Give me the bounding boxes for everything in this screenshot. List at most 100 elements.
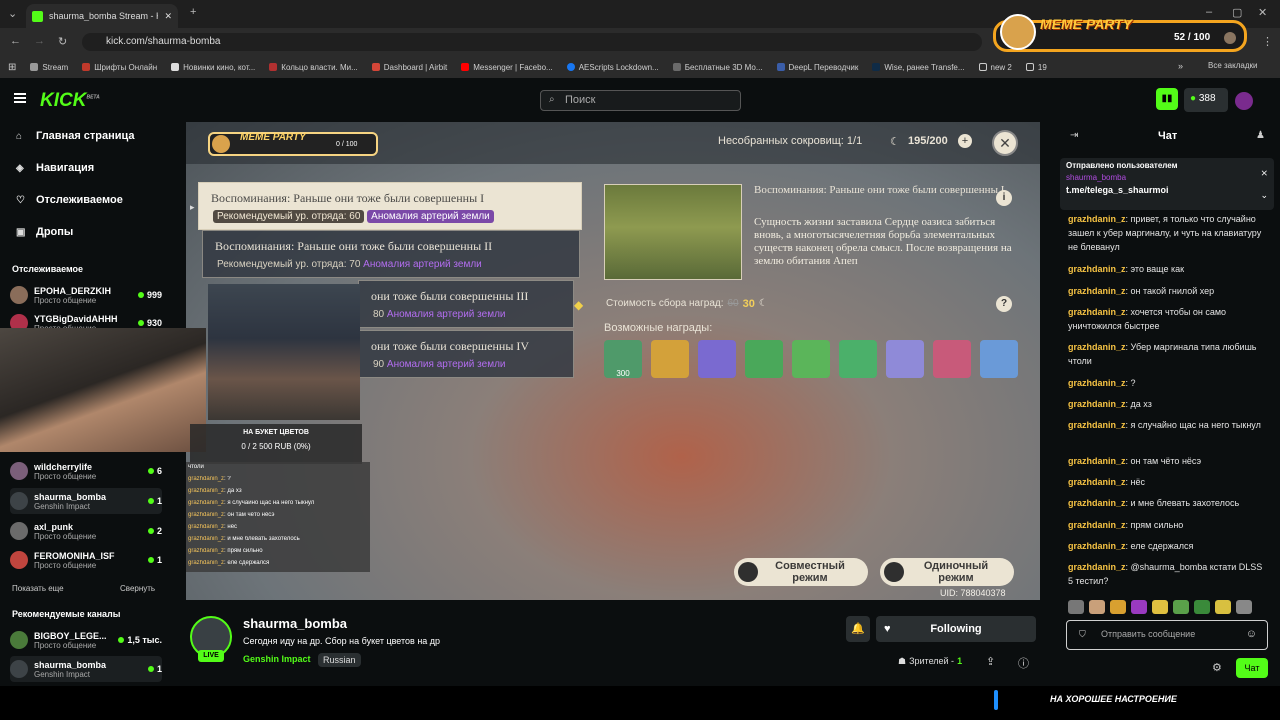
chat-message: grazhdanin_z: ?	[1068, 378, 1136, 388]
reload-icon[interactable]: ↻	[58, 35, 67, 48]
following-channel[interactable]: shaurma_bomba Genshin Impact 1	[10, 488, 162, 514]
following-section-title: Отслеживаемое	[12, 264, 84, 274]
all-bookmarks[interactable]: Все закладки	[1208, 61, 1257, 70]
reward-item[interactable]	[839, 340, 877, 378]
emote-icon[interactable]	[1152, 600, 1168, 614]
close-tab-icon[interactable]: ✕	[164, 11, 172, 22]
more-info-icon[interactable]: ⓘ	[1018, 655, 1029, 671]
quest-item[interactable]: Воспоминания: Раньше они тоже были совер…	[198, 182, 582, 230]
emote-icon[interactable]	[1173, 600, 1189, 614]
back-icon[interactable]: ←	[10, 35, 21, 47]
browser-tab[interactable]: shaurma_bomba Stream - К ✕	[26, 4, 178, 28]
bookmark-item[interactable]: Dashboard | Airbit	[371, 63, 447, 72]
search-input[interactable]: ⌕ Поиск	[540, 90, 741, 111]
search-icon: ⌕	[549, 94, 555, 105]
address-bar[interactable]: kick.com/shaurma-bomba	[82, 33, 982, 51]
nav-browse[interactable]: ◈ Навигация	[16, 162, 94, 174]
notification-bell-icon[interactable]: 🔔	[846, 616, 870, 642]
recommended-channel[interactable]: shaurma_bomba Genshin Impact 1	[10, 656, 162, 682]
bookmark-folder[interactable]: 19	[1025, 63, 1047, 72]
bookmark-item[interactable]: Wise, ранее Transfe...	[872, 63, 965, 72]
chevron-down-icon[interactable]: ⌄	[1260, 190, 1268, 201]
bookmark-item[interactable]: Кольцо власти. Ми...	[269, 63, 358, 72]
reward-item[interactable]	[886, 340, 924, 378]
language-tag[interactable]: Russian	[318, 653, 361, 667]
share-icon[interactable]: ⇪	[986, 655, 995, 668]
bookmark-item[interactable]: Messenger | Facebo...	[461, 63, 553, 72]
bookmark-item[interactable]: Бесплатные 3D Мо...	[672, 63, 763, 72]
emote-icon[interactable]	[1110, 600, 1126, 614]
emote-icon[interactable]	[1194, 600, 1210, 614]
reward-item[interactable]: 300	[604, 340, 642, 378]
rewards-label: Возможные награды:	[604, 322, 713, 334]
points-badge[interactable]: ● 388	[1184, 88, 1228, 112]
browser-menu-icon[interactable]: ⋮	[1262, 35, 1273, 48]
chat-message: grazhdanin_z: хочется чтобы он само унич…	[1068, 307, 1227, 331]
channel-name[interactable]: shaurma_bomba	[243, 616, 347, 631]
bookmark-item[interactable]: Новинки кино, кот...	[171, 63, 255, 72]
following-channel[interactable]: EPOHA_DERZKIH Просто общение 999	[10, 282, 162, 308]
nav-home[interactable]: ⌂ Главная страница	[16, 130, 135, 142]
quest-item[interactable]: они тоже были совершенны IV 90 Аномалия …	[358, 330, 574, 378]
reward-item[interactable]	[933, 340, 971, 378]
send-chat-button[interactable]: Чат	[1236, 658, 1268, 678]
add-resin-icon[interactable]: +	[958, 134, 972, 148]
apps-icon[interactable]: ⊞	[8, 62, 16, 73]
following-channel[interactable]: axl_punk Просто общение 2	[10, 518, 162, 544]
url-text: kick.com/shaurma-bomba	[106, 36, 221, 47]
gear-icon[interactable]: ⚙	[1212, 661, 1222, 674]
close-window-icon[interactable]: ✕	[1258, 6, 1267, 19]
doge-avatar	[212, 135, 230, 153]
maximize-icon[interactable]: ▢	[1232, 6, 1242, 19]
following-channel[interactable]: FEROMONIHA_ISF Просто общение 1	[10, 547, 162, 573]
emote-icon[interactable]	[1131, 600, 1147, 614]
minimize-icon[interactable]: –	[1206, 6, 1212, 18]
reward-item[interactable]	[745, 340, 783, 378]
user-avatar[interactable]	[1235, 92, 1253, 110]
emote-icon[interactable]	[1215, 600, 1231, 614]
tv-icon[interactable]: ▮▮	[1156, 88, 1178, 110]
bookmark-item[interactable]: Шрифты Онлайн	[82, 63, 157, 72]
emote-icon[interactable]	[1089, 600, 1105, 614]
emoji-icon[interactable]: ☺	[1246, 628, 1257, 640]
collapse-link[interactable]: Свернуть	[120, 584, 155, 593]
close-game-icon[interactable]: ✕	[992, 130, 1018, 156]
following-button[interactable]: ♥ Following	[876, 616, 1036, 642]
chat-message: grazhdanin_z: еле сдержался	[1068, 541, 1194, 551]
emote-icon[interactable]	[1068, 600, 1084, 614]
nav-following[interactable]: ♡ Отслеживаемое	[16, 194, 123, 206]
show-more-link[interactable]: Показать еще	[12, 584, 64, 593]
reward-item[interactable]	[698, 340, 736, 378]
chat-input[interactable]: ⛉ Отправить сообщение ☺	[1066, 620, 1268, 650]
donation-goal-widget: НА БУКЕТ ЦВЕТОВ 0 / 2 500 RUB (0%)	[190, 424, 362, 464]
quest-item[interactable]: Воспоминания: Раньше они тоже были совер…	[202, 230, 580, 278]
forward-icon[interactable]: →	[34, 35, 45, 47]
chat-title: Чат	[1158, 130, 1178, 142]
kick-logo[interactable]: KICKBETA	[40, 90, 100, 112]
solo-mode-button[interactable]: Одиночный режим	[880, 558, 1014, 586]
following-channel[interactable]: wildcherrylife Просто общение 6	[10, 458, 162, 484]
help-icon[interactable]: ?	[996, 296, 1012, 312]
menu-icon[interactable]	[14, 93, 26, 103]
unpin-icon[interactable]: ⨯	[1260, 168, 1268, 179]
more-bookmarks-icon[interactable]: »	[1178, 61, 1183, 71]
nav-drops[interactable]: ▣ Дропы	[16, 226, 73, 238]
bookmark-item[interactable]: Stream	[30, 63, 68, 72]
reward-item[interactable]	[651, 340, 689, 378]
emote-icon[interactable]	[1236, 600, 1252, 614]
stream-category[interactable]: Genshin Impact	[243, 654, 311, 664]
bookmark-item[interactable]: AEScripts Lockdown...	[566, 63, 659, 72]
coop-mode-button[interactable]: Совместный режим	[734, 558, 868, 586]
chat-users-icon[interactable]: ♟	[1256, 130, 1265, 141]
recommended-channel[interactable]: BIGBOY_LEGE... Просто общение 1,5 тыс.	[10, 627, 162, 653]
reward-item[interactable]	[792, 340, 830, 378]
collapse-chat-icon[interactable]: ⇥	[1070, 130, 1078, 141]
quest-item[interactable]: они тоже были совершенны III 80 Аномалия…	[358, 280, 574, 328]
viewer-count: ☗ Зрителей -1	[898, 656, 963, 666]
bookmark-folder[interactable]: new 2	[978, 63, 1012, 72]
new-tab-icon[interactable]: +	[190, 6, 196, 18]
reward-item[interactable]	[980, 340, 1018, 378]
info-icon[interactable]: i	[996, 190, 1012, 206]
bookmark-item[interactable]: DeepL Переводчик	[776, 63, 858, 72]
tab-list-icon[interactable]: ⌄	[8, 7, 17, 20]
